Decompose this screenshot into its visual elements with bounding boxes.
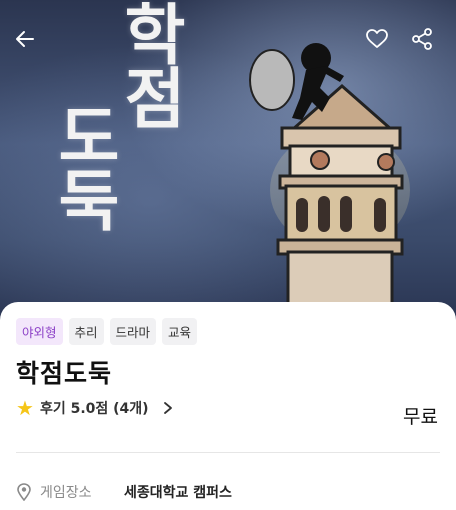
favorite-button[interactable] [362,24,392,54]
detail-sheet: 야외형 추리 드라마 교육 학점도둑 ★ 후기 5.0점 (4개) 무료 게임장… [0,302,456,510]
share-button[interactable] [407,24,437,54]
location-value: 세종대학교 캠퍼스 [124,485,232,501]
tag-list: 야외형 추리 드라마 교육 [16,318,198,345]
location-row: 게임장소 세종대학교 캠퍼스 [16,482,232,502]
price-label: 무료 [403,406,438,428]
chevron-right-icon [163,402,172,414]
location-pin-icon [17,483,31,501]
hero-title-art-line2: 도둑 [45,102,123,230]
star-icon: ★ [16,396,34,420]
share-icon [412,28,432,50]
heart-icon [366,29,388,48]
back-button[interactable] [10,24,40,54]
divider [16,452,440,453]
tag-outdoor: 야외형 [16,318,63,345]
hero-banner: 학점 도둑 [0,0,456,320]
game-title: 학점도둑 [16,359,113,388]
tag-drama: 드라마 [109,318,157,345]
review-summary: 후기 5.0점 (4개) [39,401,149,417]
review-link[interactable]: ★ 후기 5.0점 (4개) [16,398,173,418]
arrow-left-icon [16,31,34,47]
tag-mystery: 추리 [68,318,104,345]
tag-education: 교육 [162,318,198,345]
location-label: 게임장소 [40,485,92,501]
